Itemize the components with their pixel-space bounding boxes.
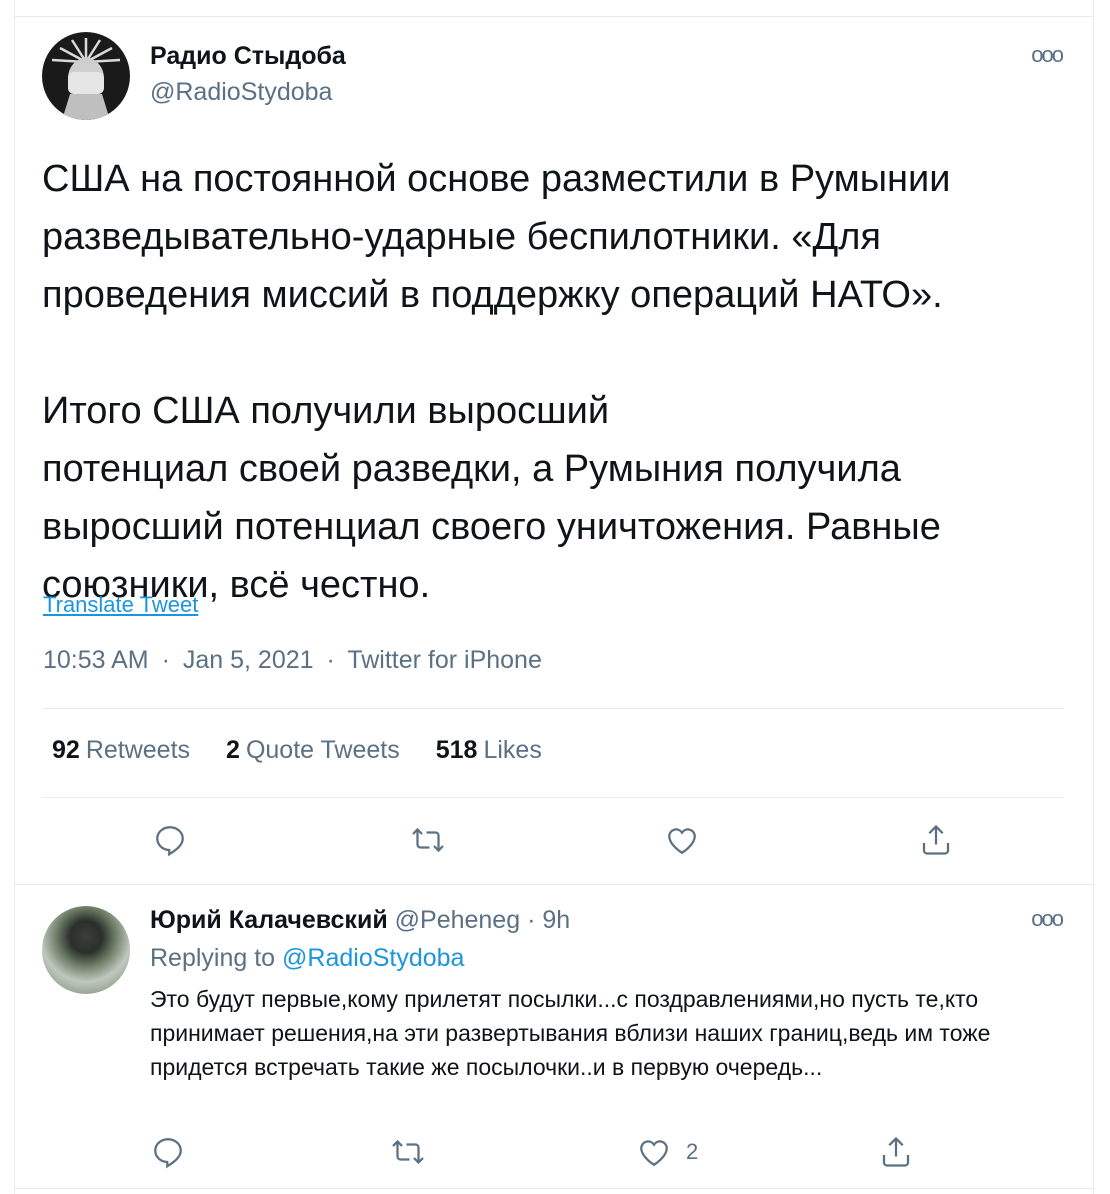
tweet-actions <box>0 822 1110 862</box>
quote-tweets-stat[interactable]: 2 Quote Tweets <box>226 736 400 765</box>
reply-actions: 2 <box>0 1134 1110 1174</box>
tweet-separator <box>14 884 1094 885</box>
tweet-paragraph-1: США на постоянной основе разместили в Ру… <box>42 158 951 316</box>
tweet-stats: 92 Retweets 2 Quote Tweets 518 Likes <box>52 736 542 765</box>
likes-stat[interactable]: 518 Likes <box>436 736 542 765</box>
author-name[interactable]: Радио Стыдоба <box>150 42 346 71</box>
reply-icon <box>156 826 184 857</box>
meta-separator: · <box>326 646 335 674</box>
reply-separator-line <box>14 1188 1094 1189</box>
quotes-label: Quote Tweets <box>245 736 400 764</box>
reply-button[interactable] <box>152 822 188 858</box>
reply-text: Это будут первые,кому прилетят посылки..… <box>150 986 991 1080</box>
likes-count: 518 <box>435 736 478 764</box>
divider <box>42 797 1064 798</box>
reply-author-name[interactable]: Юрий Калачевский <box>150 906 388 934</box>
replying-to-label: Replying to <box>150 944 276 972</box>
reply-like-button[interactable]: 2 <box>636 1134 698 1170</box>
reply-share-button[interactable] <box>878 1134 914 1170</box>
retweets-count: 92 <box>52 736 80 764</box>
like-button[interactable] <box>664 822 700 858</box>
reply-more-options-icon[interactable]: ooo <box>1031 906 1064 932</box>
quotes-count: 2 <box>226 736 240 764</box>
retweet-icon <box>392 1139 424 1165</box>
retweet-icon <box>412 827 444 853</box>
reply-timestamp[interactable]: 9h <box>542 906 570 934</box>
reply-header: Юрий Калачевский @Peheneg · 9h <box>150 906 570 935</box>
tweet-text: США на постоянной основе разместили в Ру… <box>42 150 1042 614</box>
statue-avatar-icon <box>42 32 130 120</box>
tweet-metadata: 10:53 AM · Jan 5, 2021 · Twitter for iPh… <box>43 646 548 675</box>
meta-separator: · <box>161 646 170 674</box>
author-avatar[interactable] <box>42 32 130 120</box>
reply-separator: · <box>527 906 536 934</box>
tweet-time[interactable]: 10:53 AM <box>43 646 149 674</box>
retweets-stat[interactable]: 92 Retweets <box>52 736 190 765</box>
reply-icon <box>154 1138 182 1169</box>
top-divider <box>14 16 1094 17</box>
replying-to-handle[interactable]: @RadioStydoba <box>282 944 464 972</box>
retweets-label: Retweets <box>85 736 191 764</box>
more-options-icon[interactable]: ooo <box>1031 42 1064 68</box>
share-button[interactable] <box>918 822 954 858</box>
heart-icon <box>668 828 696 855</box>
tweet-paragraph-2-line-1: Итого США получили выросший <box>42 390 610 432</box>
reply-retweet-button[interactable] <box>390 1134 426 1170</box>
reply-like-count: 2 <box>686 1139 699 1164</box>
divider <box>42 708 1064 709</box>
tweet-date[interactable]: Jan 5, 2021 <box>183 646 314 674</box>
author-handle[interactable]: @RadioStydoba <box>150 78 332 107</box>
likes-label: Likes <box>483 736 542 764</box>
reply-author-handle[interactable]: @Peheneg <box>395 906 520 934</box>
reply-reply-button[interactable] <box>150 1134 186 1170</box>
translate-tweet-link[interactable]: Translate Tweet <box>43 592 198 618</box>
heart-icon <box>640 1140 668 1167</box>
replying-to: Replying to @RadioStydoba <box>150 944 464 973</box>
tweet-paragraph-2-rest: потенциал своей разведки, а Румыния полу… <box>42 448 941 606</box>
share-icon <box>922 824 950 855</box>
reply-author-avatar[interactable] <box>42 906 130 994</box>
retweet-button[interactable] <box>410 822 446 858</box>
tweet-source[interactable]: Twitter for iPhone <box>347 646 542 674</box>
share-icon <box>882 1136 910 1167</box>
